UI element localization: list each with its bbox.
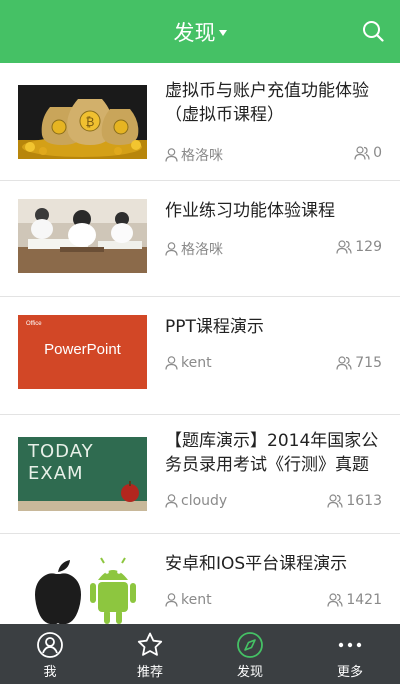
user-icon: [165, 356, 178, 370]
tab-label: 推荐: [136, 665, 163, 680]
star-icon: [137, 632, 163, 656]
student-count: 129: [336, 239, 382, 255]
course-author: 格洛咪: [165, 145, 223, 165]
count-value: 1613: [346, 493, 382, 509]
user-icon: [165, 148, 178, 162]
author-name: kent: [181, 592, 212, 608]
bitcoin-bags-image: ₿: [18, 85, 147, 159]
course-thumbnail: TODAY EXAM: [18, 437, 147, 511]
tab-label: 更多: [336, 665, 363, 680]
user-icon: [165, 242, 178, 256]
count-value: 129: [355, 239, 382, 255]
chalk-text-exam: EXAM: [28, 463, 84, 484]
bottom-tab-bar: 我 推荐 发现 更多: [0, 624, 400, 684]
tab-me[interactable]: 我: [0, 624, 100, 684]
course-item[interactable]: 作业练习功能体验课程 格洛咪 129: [0, 181, 400, 297]
more-icon: [338, 642, 362, 648]
student-count: 0: [354, 145, 382, 161]
student-count: 1421: [327, 592, 382, 608]
course-title[interactable]: PPT课程演示: [165, 315, 387, 339]
users-icon: [327, 494, 343, 508]
course-item[interactable]: Office PowerPoint PPT课程演示 kent 715: [0, 297, 400, 415]
tab-discover[interactable]: 发现: [200, 624, 300, 684]
course-title[interactable]: 安卓和IOS平台课程演示: [165, 552, 387, 576]
course-thumbnail: [18, 552, 147, 624]
tab-label: 发现: [236, 665, 263, 680]
apple-android-image: [18, 552, 147, 624]
compass-icon: [237, 632, 263, 658]
course-thumbnail: Office PowerPoint: [18, 315, 147, 389]
course-item[interactable]: TODAY EXAM 【题库演示】2014年国家公务员录用考试《行测》真题 cl…: [0, 415, 400, 534]
count-value: 715: [355, 355, 382, 371]
powerpoint-label: PowerPoint: [44, 341, 121, 358]
course-title[interactable]: 虚拟币与账户充值功能体验（虚拟币课程）: [165, 79, 387, 127]
course-thumbnail: ₿: [18, 85, 147, 159]
office-label: Office: [26, 321, 42, 327]
course-item[interactable]: ₿ 虚拟币与账户充值功能体验（虚拟币课程） 格洛咪 0: [0, 63, 400, 181]
count-value: 1421: [346, 592, 382, 608]
author-name: 格洛咪: [181, 242, 223, 258]
top-bar: 发现: [0, 0, 400, 63]
count-value: 0: [373, 145, 382, 161]
tab-label: 我: [43, 665, 57, 680]
search-icon[interactable]: [362, 20, 384, 42]
author-name: cloudy: [181, 493, 228, 509]
user-icon: [37, 632, 63, 658]
users-icon: [327, 593, 343, 607]
course-item[interactable]: 安卓和IOS平台课程演示 kent 1421: [0, 534, 400, 624]
page-title: 发现: [173, 20, 216, 45]
course-author: kent: [165, 592, 212, 608]
classroom-image: [18, 199, 147, 273]
author-name: kent: [181, 355, 212, 371]
course-title[interactable]: 作业练习功能体验课程: [165, 199, 387, 223]
course-author: 格洛咪: [165, 239, 223, 259]
user-icon: [165, 494, 178, 508]
tab-more[interactable]: 更多: [300, 624, 400, 684]
student-count: 715: [336, 355, 382, 371]
chalk-text-today: TODAY: [28, 441, 94, 462]
course-author: cloudy: [165, 493, 227, 509]
users-icon: [336, 356, 352, 370]
user-icon: [165, 593, 178, 607]
caret-down-icon: [218, 29, 227, 36]
tab-recommend[interactable]: 推荐: [100, 624, 200, 684]
course-thumbnail: [18, 199, 147, 273]
users-icon: [354, 146, 370, 160]
users-icon: [336, 240, 352, 254]
course-list: ₿ 虚拟币与账户充值功能体验（虚拟币课程） 格洛咪 0 作业练习功能体验课程 格…: [0, 63, 400, 624]
author-name: 格洛咪: [181, 148, 223, 164]
course-title[interactable]: 【题库演示】2014年国家公务员录用考试《行测》真题: [165, 429, 387, 477]
svg-text:₿: ₿: [86, 115, 95, 129]
course-author: kent: [165, 355, 212, 371]
discover-dropdown[interactable]: 发现: [174, 17, 227, 47]
student-count: 1613: [327, 493, 382, 509]
